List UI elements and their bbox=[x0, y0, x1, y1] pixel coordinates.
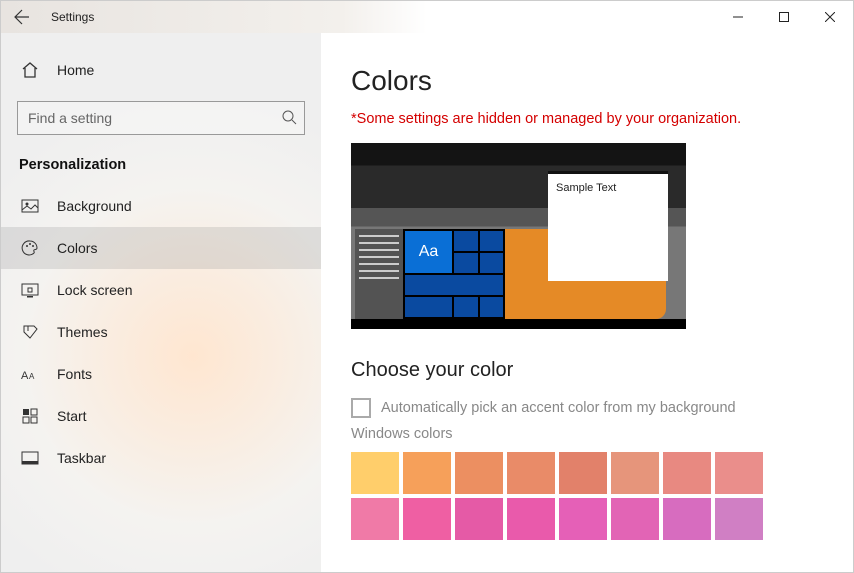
lock-screen-icon bbox=[21, 281, 39, 299]
category-title: Personalization bbox=[1, 149, 321, 181]
nav-item-start[interactable]: Start bbox=[1, 395, 321, 437]
maximize-button[interactable] bbox=[761, 1, 807, 33]
search-icon bbox=[281, 109, 297, 130]
color-swatch[interactable] bbox=[663, 452, 711, 494]
maximize-icon bbox=[779, 12, 789, 22]
preview-tile-aa: Aa bbox=[405, 231, 452, 273]
color-swatch[interactable] bbox=[559, 452, 607, 494]
nav-item-label: Fonts bbox=[57, 366, 92, 382]
nav-item-colors[interactable]: Colors bbox=[1, 227, 321, 269]
nav-item-themes[interactable]: Themes bbox=[1, 311, 321, 353]
back-arrow-icon bbox=[14, 9, 30, 25]
choose-color-heading: Choose your color bbox=[351, 359, 823, 382]
palette-icon bbox=[21, 239, 39, 257]
home-icon bbox=[21, 61, 39, 79]
color-swatch[interactable] bbox=[403, 452, 451, 494]
nav-home-label: Home bbox=[57, 62, 94, 78]
svg-text:A: A bbox=[21, 370, 29, 382]
nav-home[interactable]: Home bbox=[1, 51, 321, 89]
fonts-icon: AA bbox=[21, 365, 39, 383]
color-swatch[interactable] bbox=[507, 498, 555, 540]
themes-icon bbox=[21, 323, 39, 341]
search-wrap bbox=[17, 101, 305, 135]
content: Colors *Some settings are hidden or mana… bbox=[321, 33, 853, 572]
nav-item-label: Start bbox=[57, 408, 87, 424]
window-title: Settings bbox=[51, 10, 94, 24]
nav-item-background[interactable]: Background bbox=[1, 185, 321, 227]
color-swatch[interactable] bbox=[351, 498, 399, 540]
preview-sample-card: Sample Text bbox=[548, 171, 668, 281]
color-swatch[interactable] bbox=[611, 498, 659, 540]
color-swatch[interactable] bbox=[455, 452, 503, 494]
search-input[interactable] bbox=[17, 101, 305, 135]
close-icon bbox=[825, 12, 835, 22]
close-button[interactable] bbox=[807, 1, 853, 33]
color-preview: Aa Sample Text bbox=[351, 143, 686, 329]
org-managed-message: *Some settings are hidden or managed by … bbox=[351, 111, 823, 127]
auto-pick-label: Automatically pick an accent color from … bbox=[381, 400, 736, 416]
nav-item-label: Background bbox=[57, 198, 132, 214]
color-swatch[interactable] bbox=[663, 498, 711, 540]
color-swatch[interactable] bbox=[559, 498, 607, 540]
auto-pick-checkbox[interactable] bbox=[351, 398, 371, 418]
start-icon bbox=[21, 407, 39, 425]
image-icon bbox=[21, 197, 39, 215]
minimize-icon bbox=[733, 12, 743, 22]
color-swatch[interactable] bbox=[403, 498, 451, 540]
minimize-button[interactable] bbox=[715, 1, 761, 33]
color-swatch[interactable] bbox=[455, 498, 503, 540]
nav-item-label: Lock screen bbox=[57, 282, 132, 298]
color-swatch[interactable] bbox=[715, 452, 763, 494]
preview-taskbar bbox=[351, 319, 686, 329]
color-swatch[interactable] bbox=[715, 498, 763, 540]
sidebar: Home Personalization Background Colors Loc… bbox=[1, 33, 321, 572]
nav-item-fonts[interactable]: AA Fonts bbox=[1, 353, 321, 395]
svg-text:A: A bbox=[29, 372, 35, 381]
nav-item-lock-screen[interactable]: Lock screen bbox=[1, 269, 321, 311]
nav-item-label: Colors bbox=[57, 240, 97, 256]
titlebar: Settings bbox=[1, 1, 853, 33]
page-title: Colors bbox=[351, 65, 823, 97]
nav-item-label: Taskbar bbox=[57, 450, 106, 466]
color-swatch[interactable] bbox=[611, 452, 659, 494]
taskbar-icon bbox=[21, 449, 39, 467]
windows-colors-heading: Windows colors bbox=[351, 426, 823, 442]
color-swatch-grid bbox=[351, 452, 823, 540]
color-swatch[interactable] bbox=[507, 452, 555, 494]
color-swatch[interactable] bbox=[351, 452, 399, 494]
nav-item-taskbar[interactable]: Taskbar bbox=[1, 437, 321, 479]
preview-start-menu: Aa bbox=[355, 229, 505, 319]
nav-item-label: Themes bbox=[57, 324, 108, 340]
auto-pick-row[interactable]: Automatically pick an accent color from … bbox=[351, 398, 823, 418]
back-button[interactable] bbox=[7, 2, 37, 32]
